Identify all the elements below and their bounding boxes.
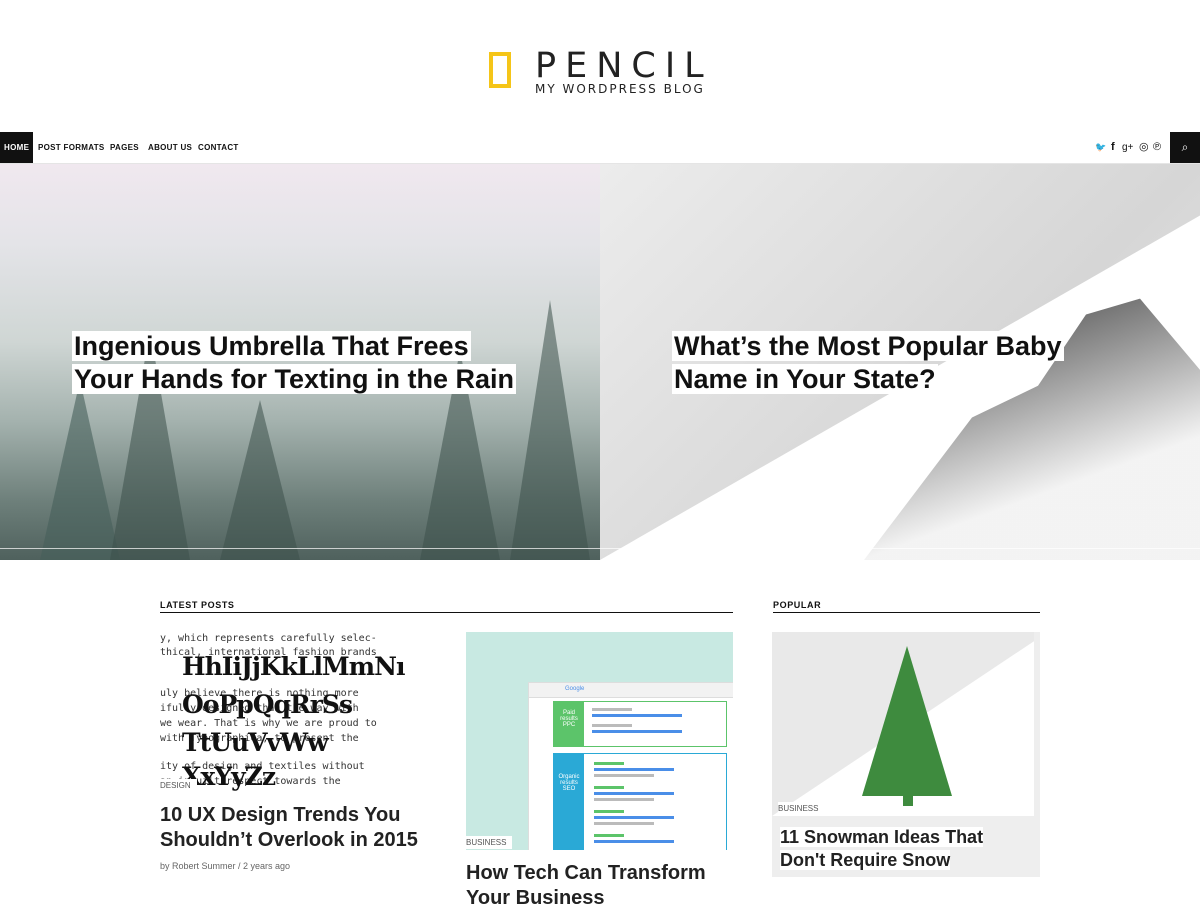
forest-tree <box>220 400 300 560</box>
post-category[interactable]: BUSINESS <box>466 836 513 849</box>
facebook-icon[interactable]: f <box>1111 132 1115 163</box>
result-bar <box>594 816 674 819</box>
christmas-tree-trunk <box>903 792 913 806</box>
post-title[interactable]: 10 UX Design Trends You Shouldn’t Overlo… <box>160 803 418 853</box>
post-category[interactable]: DESIGN <box>160 779 197 792</box>
search-button[interactable]: ⌕ <box>1170 132 1200 163</box>
nav-item-post-formats[interactable]: POST FORMATS <box>38 132 105 163</box>
nav-item-home[interactable]: HOME <box>0 132 34 163</box>
hero-slide-baby-name[interactable]: What’s the Most Popular Baby Name in You… <box>600 164 1200 560</box>
result-bar <box>592 714 682 717</box>
christmas-tree-image <box>862 646 952 796</box>
forest-tree <box>40 380 120 560</box>
post-title[interactable]: 11 Snowman Ideas That Don't Require Snow <box>780 826 984 872</box>
result-bar <box>592 730 682 733</box>
result-bar <box>594 822 654 825</box>
browser-brand: Google <box>565 686 585 692</box>
main-nav: HOME POST FORMATS PAGES ABOUT US CONTACT… <box>0 132 1200 164</box>
organic-results-label: Organic results SEO <box>554 754 584 850</box>
result-bar <box>592 724 632 727</box>
instagram-icon[interactable]: ◎ <box>1139 132 1149 163</box>
paid-results-box: Paid results PPC <box>553 701 727 747</box>
browser-mockup: Google Paid results PPC Organic results … <box>528 682 733 850</box>
popular-post-thumbnail[interactable] <box>772 632 1034 816</box>
nav-item-contact[interactable]: CONTACT <box>198 132 239 163</box>
google-plus-icon[interactable]: g+ <box>1122 132 1133 163</box>
result-bar <box>594 798 654 801</box>
post-category[interactable]: BUSINESS <box>778 802 825 815</box>
post-title[interactable]: How Tech Can Transform Your Business <box>466 861 706 911</box>
organic-results-box: Organic results SEO <box>553 753 727 850</box>
popular-heading: POPULAR <box>773 600 1040 613</box>
site-tagline: MY WORDPRESS BLOG <box>535 82 705 96</box>
search-icon: ⌕ <box>1181 140 1189 154</box>
result-bar <box>594 768 674 771</box>
typography-glyph-line: HhIiJjKkLlMmNı <box>182 652 405 681</box>
result-bar <box>594 786 624 789</box>
logo-mark <box>489 52 511 88</box>
latest-posts-heading: LATEST POSTS <box>160 600 733 613</box>
post-thumbnail-seo[interactable]: Google Paid results PPC Organic results … <box>466 632 733 850</box>
forest-tree <box>510 300 590 560</box>
twitter-icon[interactable]: 🐦 <box>1095 132 1106 163</box>
hero-slide-umbrella[interactable]: Ingenious Umbrella That Frees Your Hands… <box>0 164 600 560</box>
result-bar <box>594 810 624 813</box>
post-meta: by Robert Summer / 2 years ago <box>160 861 291 871</box>
typography-glyph-line: OoPpQqRrSs <box>182 690 353 719</box>
popular-post-card[interactable]: BUSINESS 11 Snowman Ideas That Don't Req… <box>772 632 1040 877</box>
result-bar <box>594 840 674 843</box>
hero-title[interactable]: What’s the Most Popular Baby Name in You… <box>672 330 1064 396</box>
result-bar <box>592 708 632 711</box>
site-title[interactable]: PENCIL <box>535 46 713 86</box>
result-bar <box>594 792 674 795</box>
hero-title[interactable]: Ingenious Umbrella That Frees Your Hands… <box>72 330 517 396</box>
result-bar <box>594 774 654 777</box>
typography-text-line: y, which represents carefully selec- <box>160 633 377 644</box>
nav-item-pages[interactable]: PAGES <box>110 132 139 163</box>
post-thumbnail-typography[interactable]: y, which represents carefully selec- thi… <box>160 632 427 792</box>
nav-item-about-us[interactable]: ABOUT US <box>148 132 192 163</box>
browser-toolbar <box>529 683 733 698</box>
hero-divider <box>0 548 600 549</box>
typography-glyph-line: TtUuVvWw <box>182 728 329 757</box>
result-bar <box>594 834 624 837</box>
paid-results-label: Paid results PPC <box>554 702 584 746</box>
pinterest-icon[interactable]: ℗ <box>1153 132 1161 163</box>
hero-divider <box>600 548 1200 549</box>
result-bar <box>594 762 624 765</box>
